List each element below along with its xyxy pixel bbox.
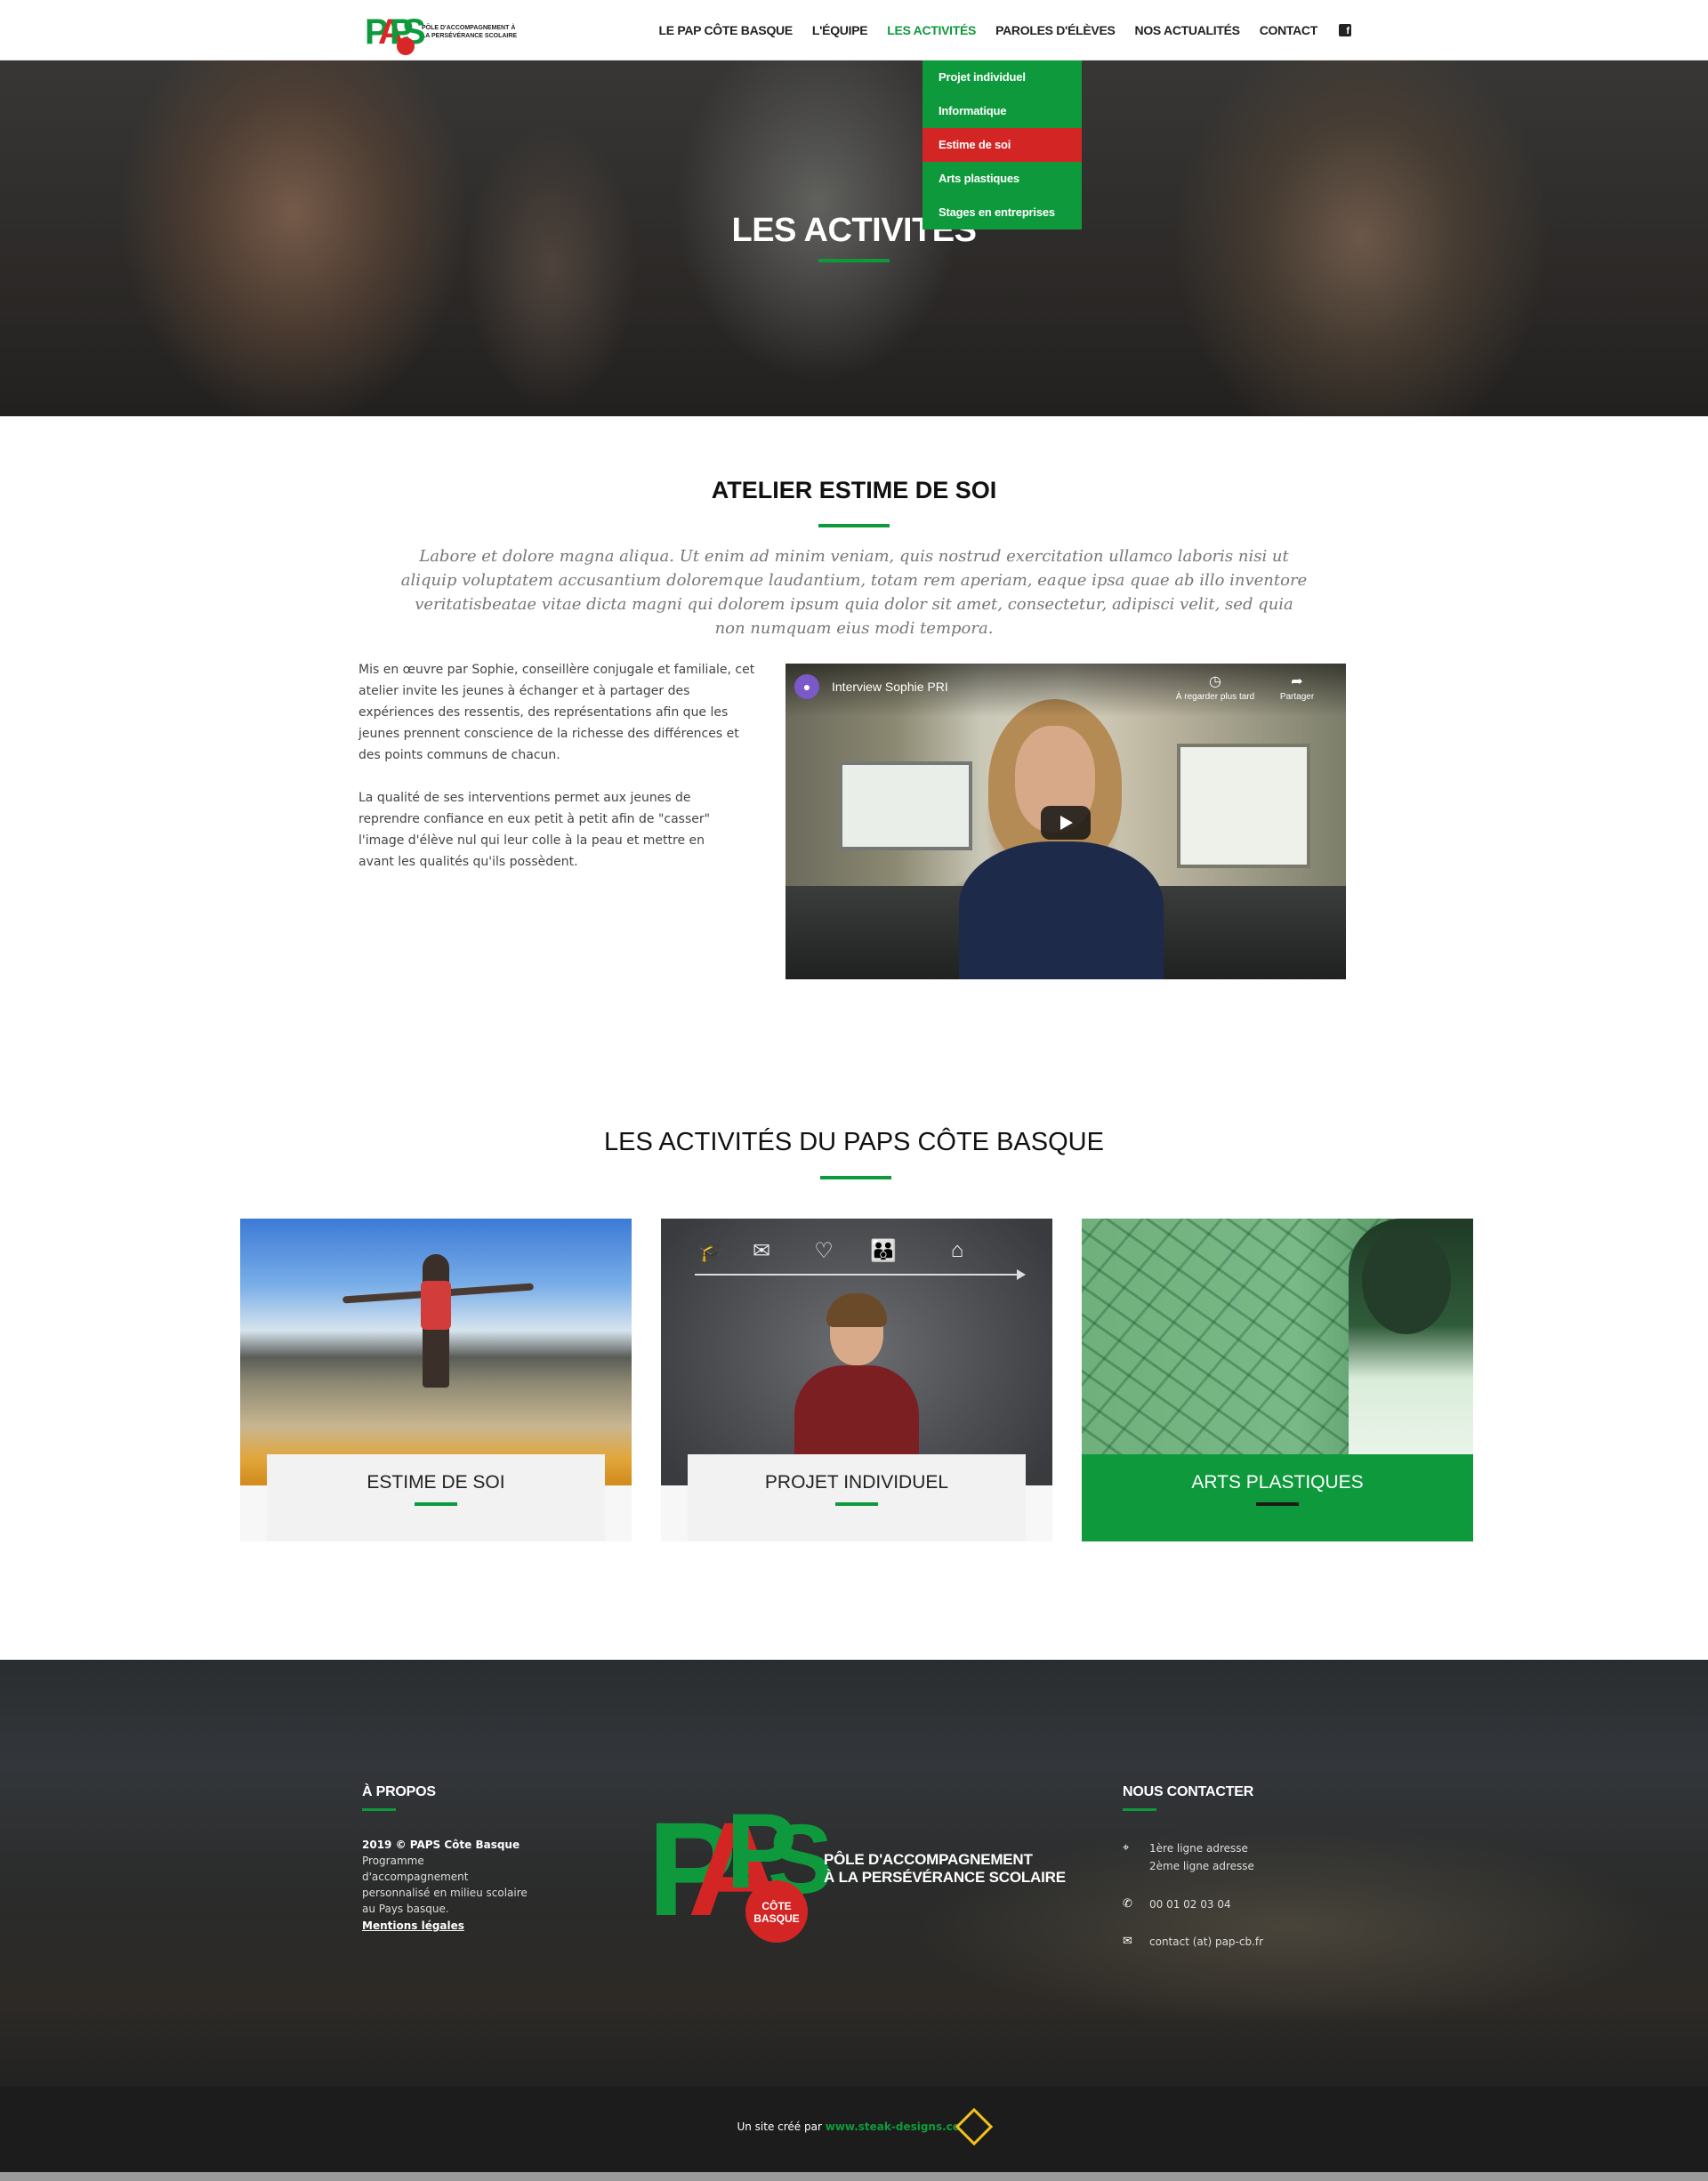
facebook-icon[interactable]: f	[1339, 24, 1351, 36]
card-label: PROJET INDIVIDUEL	[764, 1472, 949, 1493]
nav-paroles-d-eleves[interactable]: PAROLES D'ÉLÈVES	[995, 23, 1116, 37]
card-caption: ARTS PLASTIQUES	[1082, 1454, 1473, 1541]
nav-les-activites[interactable]: LES ACTIVITÉS	[887, 23, 976, 37]
phone-icon: ✆	[1123, 1897, 1132, 1911]
hero-title-underline	[818, 259, 890, 262]
house-icon: ⌂	[950, 1238, 964, 1262]
activity-card-projet-individuel[interactable]: 🎓 ✉ ♡ 👪 ⌂ PROJET INDIVIDUEL	[661, 1219, 1052, 1541]
hero-banner: LES ACTIVITÉS	[0, 60, 1708, 416]
card-label: ESTIME DE SOI	[367, 1472, 505, 1493]
nav-nos-actualites[interactable]: NOS ACTUALITÉS	[1135, 23, 1240, 37]
envelope-icon: ✉	[752, 1239, 771, 1263]
menu-item-informatique[interactable]: Informatique	[922, 94, 1082, 128]
activities-title: LES ACTIVITÉS DU PAPS CÔTE BASQUE	[604, 1128, 1104, 1156]
video-title[interactable]: Interview Sophie PRI	[832, 680, 948, 694]
video-player[interactable]: ● Interview Sophie PRI ◷ À regarder plus…	[786, 664, 1346, 979]
atelier-paragraph-2: La qualité de ses interventions permet a…	[359, 791, 711, 869]
card-image-mural	[1082, 1219, 1473, 1485]
credit-link[interactable]: www.steak-designs.com	[826, 2121, 971, 2133]
contact-phone[interactable]: ✆ 00 01 02 03 04	[1123, 1895, 1231, 1913]
logo-subtitle: PÔLE D'ACCOMPAGNEMENT À LA PERSÉVÉRANCE …	[422, 25, 518, 39]
activities-title-underline	[820, 1176, 891, 1179]
menu-item-estime-de-soi[interactable]: Estime de soi	[922, 128, 1082, 162]
menu-item-projet-individuel[interactable]: Projet individuel	[922, 60, 1082, 94]
bottom-strip	[0, 2172, 1708, 2181]
activity-card-arts-plastiques[interactable]: ARTS PLASTIQUES	[1082, 1219, 1473, 1541]
menu-item-arts-plastiques[interactable]: Arts plastiques	[922, 162, 1082, 196]
footer-tagline: PÔLE D'ACCOMPAGNEMENT À LA PERSÉVÉRANCE …	[824, 1851, 1066, 1886]
site-header: P A P S PÔLE D'ACCOMPAGNEMENT À LA PERSÉ…	[0, 0, 1708, 60]
envelope-icon: ✉	[1123, 1935, 1132, 1948]
heart-icon: ♡	[814, 1239, 834, 1263]
nav-l-equipe[interactable]: L'ÉQUIPE	[812, 23, 868, 37]
graduation-cap-icon: 🎓	[698, 1239, 725, 1263]
site-footer: À PROPOS 2019 © PAPS Côte Basque Program…	[0, 1660, 1708, 2087]
map-marker-icon: ⌖	[1123, 1841, 1130, 1855]
credit-bar: Un site créé par www.steak-designs.com	[0, 2087, 1708, 2172]
hero-title: LES ACTIVITÉS	[731, 212, 977, 249]
contact-email[interactable]: ✉ contact (at) pap-cb.fr	[1123, 1933, 1263, 1951]
watch-later-button[interactable]: ◷ À regarder plus tard	[1175, 672, 1255, 702]
clock-icon: ◷	[1209, 674, 1221, 689]
logo-seal: CÔTE BASQUE	[745, 1880, 808, 1943]
activity-card-estime-de-soi[interactable]: ESTIME DE SOI	[240, 1219, 632, 1541]
card-image-timeline: 🎓 ✉ ♡ 👪 ⌂	[661, 1219, 1052, 1485]
card-caption: PROJET INDIVIDUEL	[688, 1454, 1026, 1541]
contact-title: NOUS CONTACTER	[1123, 1784, 1254, 1799]
atelier-title: ATELIER ESTIME DE SOI	[711, 477, 997, 503]
share-icon: ➦	[1291, 674, 1303, 689]
nav-le-pap-cote-basque[interactable]: LE PAP CÔTE BASQUE	[658, 23, 793, 37]
play-icon[interactable]	[1041, 806, 1091, 840]
share-button[interactable]: ➦ Partager	[1266, 672, 1328, 702]
main-nav: LE PAP CÔTE BASQUE L'ÉQUIPE LES ACTIVITÉ…	[639, 0, 1351, 60]
legal-link[interactable]: Mentions légales	[362, 1919, 464, 1932]
channel-avatar[interactable]: ●	[794, 674, 819, 699]
atelier-title-underline	[818, 524, 890, 527]
activites-dropdown-menu: Projet individuel Informatique Estime de…	[922, 60, 1082, 229]
about-text: 2019 © PAPS Côte Basque Programme d'acco…	[362, 1839, 528, 1915]
card-caption: ESTIME DE SOI	[267, 1454, 605, 1541]
about-title: À PROPOS	[362, 1784, 436, 1799]
menu-item-stages-en-entreprises[interactable]: Stages en entreprises	[922, 196, 1082, 229]
steak-designs-badge-icon[interactable]	[955, 2107, 994, 2146]
atelier-paragraph-1: Mis en œuvre par Sophie, conseillère con…	[359, 663, 755, 762]
card-label: ARTS PLASTIQUES	[1191, 1472, 1364, 1493]
site-logo[interactable]: P A P S PÔLE D'ACCOMPAGNEMENT À LA PERSÉ…	[365, 7, 520, 57]
contact-address: ⌖ 1ère ligne adresse 2ème ligne adresse	[1123, 1841, 1254, 1872]
card-image-seaside	[240, 1219, 632, 1485]
footer-logo: P A P S CÔTE BASQUE	[648, 1791, 833, 1944]
logo-mark: P A P S	[365, 7, 426, 57]
nav-contact[interactable]: CONTACT	[1260, 23, 1318, 37]
family-icon: 👪	[870, 1239, 897, 1263]
atelier-intro: Labore et dolore magna aliqua. Ut enim a…	[400, 547, 1308, 638]
